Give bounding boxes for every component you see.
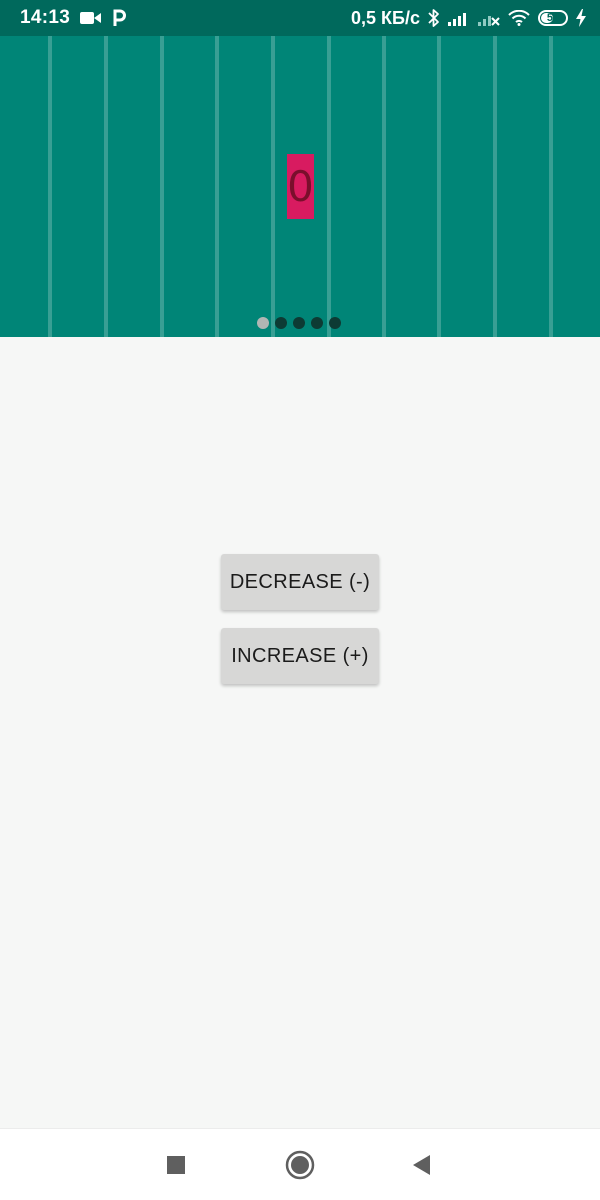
status-left: 14:13 <box>20 0 127 36</box>
app-screen: 14:13 0,5 КБ/с 50 0 DECREASE (-) INCREAS… <box>0 0 600 1200</box>
background-stripe <box>549 36 553 337</box>
video-camera-icon <box>80 10 102 26</box>
parking-icon <box>112 9 127 27</box>
pager-dot[interactable] <box>275 317 287 329</box>
status-time: 14:13 <box>20 7 71 28</box>
pager-dot[interactable] <box>311 317 323 329</box>
background-stripe <box>160 36 164 337</box>
wifi-icon <box>508 10 530 26</box>
background-stripe <box>271 36 275 337</box>
status-bar: 14:13 0,5 КБ/с 50 <box>0 0 600 36</box>
status-right: 0,5 КБ/с 50 <box>351 0 586 36</box>
back-triangle-icon[interactable] <box>406 1149 438 1181</box>
navigation-bar <box>0 1128 600 1200</box>
background-stripe <box>215 36 219 337</box>
counter-pager-header[interactable]: 0 <box>0 36 600 337</box>
home-circle-icon[interactable] <box>284 1149 316 1181</box>
background-stripe <box>48 36 52 337</box>
battery-level: 50 <box>546 11 560 24</box>
recents-square-icon[interactable] <box>160 1149 192 1181</box>
signal-icon <box>448 10 470 26</box>
increase-button[interactable]: INCREASE (+) <box>221 628 379 684</box>
pager-dot[interactable] <box>257 317 269 329</box>
battery-icon: 50 <box>538 10 568 26</box>
counter-display: 0 <box>287 154 314 219</box>
network-speed: 0,5 КБ/с <box>351 7 420 28</box>
background-stripe <box>104 36 108 337</box>
pager-dot[interactable] <box>293 317 305 329</box>
background-stripe <box>437 36 441 337</box>
charging-icon <box>576 9 586 27</box>
background-stripe <box>382 36 386 337</box>
signal-no-service-icon <box>478 10 500 26</box>
background-stripe <box>327 36 331 337</box>
page-indicator <box>257 317 341 329</box>
bluetooth-icon <box>428 8 440 28</box>
counter-value: 0 <box>287 161 314 211</box>
pager-dot[interactable] <box>329 317 341 329</box>
background-stripe <box>493 36 497 337</box>
decrease-button[interactable]: DECREASE (-) <box>221 554 379 610</box>
